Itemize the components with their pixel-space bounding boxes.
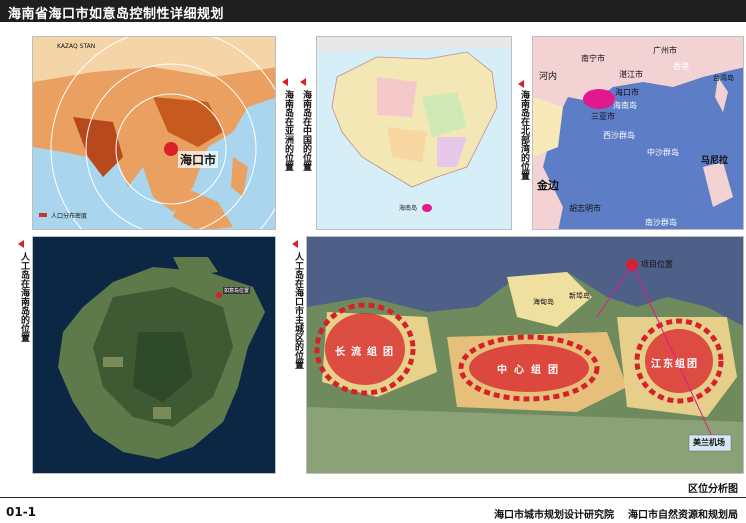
page-number: 01-1	[6, 505, 37, 519]
city-district-label-2: 新埠岛	[569, 292, 590, 300]
gulf-place-xisha: 西沙群岛	[603, 131, 635, 140]
gulf-place-taiwan: 台湾岛	[713, 74, 734, 82]
gulf-place-nanning: 南宁市	[581, 54, 605, 63]
asia-country-label: KAZAQ STAN	[57, 43, 96, 50]
gulf-map-panel: 南宁市 广州市 香港 湛江市 海口市 海南岛 河内 三亚市 西沙群岛 中沙群岛 …	[532, 36, 744, 230]
gulf-place-zhanjiang: 湛江市	[619, 70, 643, 79]
footer: 区位分析图 01-1 海口市城市规划设计研究院 海口市自然资源和规划局	[0, 479, 746, 523]
gulf-map	[533, 37, 743, 229]
asia-city-label: 海口市	[178, 151, 219, 168]
island-panel-label: 人工岛在海南岛的位置	[19, 252, 29, 342]
gulf-place-zhongsha: 中沙群岛	[647, 148, 679, 157]
city-airport-label: 美兰机场	[693, 438, 725, 447]
group-label-jiangdong: 江东组团	[651, 359, 699, 370]
gulf-place-manila: 马尼拉	[701, 156, 729, 166]
city-project-label: 项目位置	[641, 260, 673, 269]
asia-panel-label: 海南岛在亚洲的位置	[283, 90, 293, 171]
gulf-place-haikou: 海口市	[615, 88, 639, 97]
group-label-center: 中心组团	[497, 365, 565, 376]
footer-divider	[0, 497, 746, 498]
city-plan-panel: 项目位置 海甸岛 新埠岛 长流组团 中心组团 江东组团 美兰机场	[306, 236, 744, 474]
gulf-place-sanya: 三亚市	[591, 112, 615, 121]
asia-map	[33, 37, 275, 229]
gulf-place-hainan: 海南岛	[613, 101, 637, 110]
city-pointer-icon	[292, 240, 298, 248]
china-island-label: 海南岛	[399, 205, 418, 212]
gulf-place-hanoi: 河内	[539, 72, 558, 82]
institutions: 海口市城市规划设计研究院 海口市自然资源和规划局	[494, 510, 738, 521]
island-satellite-panel: 如意岛位置	[32, 236, 276, 474]
city-panel-label: 人工岛在海口市主城区的位置	[293, 252, 303, 369]
title-bar: 海南省海口市如意岛控制性详细规划	[0, 0, 746, 22]
gulf-place-nansha: 南沙群岛	[645, 218, 677, 227]
gulf-panel-label: 海南岛在北部湾的位置	[519, 90, 529, 180]
island-marker-label: 如意岛位置	[223, 287, 251, 294]
china-panel-label: 海南岛在中国的位置	[301, 90, 311, 171]
city-district-label: 海甸岛	[533, 298, 554, 306]
analysis-title: 区位分析图	[688, 484, 738, 495]
asia-legend-label: 人口分布密度	[51, 213, 88, 220]
china-map-panel: 海南岛	[316, 36, 512, 230]
gulf-place-hongkong: 香港	[673, 62, 689, 71]
china-pointer-icon	[300, 78, 306, 86]
asia-pointer-icon	[282, 78, 288, 86]
asia-map-panel: KAZAQ STAN 海口市 人口分布密度	[32, 36, 276, 230]
island-satellite	[33, 237, 275, 473]
china-map	[317, 37, 511, 229]
gulf-place-guangzhou: 广州市	[653, 46, 677, 55]
group-label-changliu: 长流组团	[335, 347, 399, 358]
page-title: 海南省海口市如意岛控制性详细规划	[8, 7, 225, 22]
gulf-pointer-icon	[518, 80, 524, 88]
gulf-place-phnompenh: 金边	[537, 179, 559, 192]
gulf-place-hcm: 胡志明市	[569, 204, 601, 213]
island-pointer-icon	[18, 240, 24, 248]
